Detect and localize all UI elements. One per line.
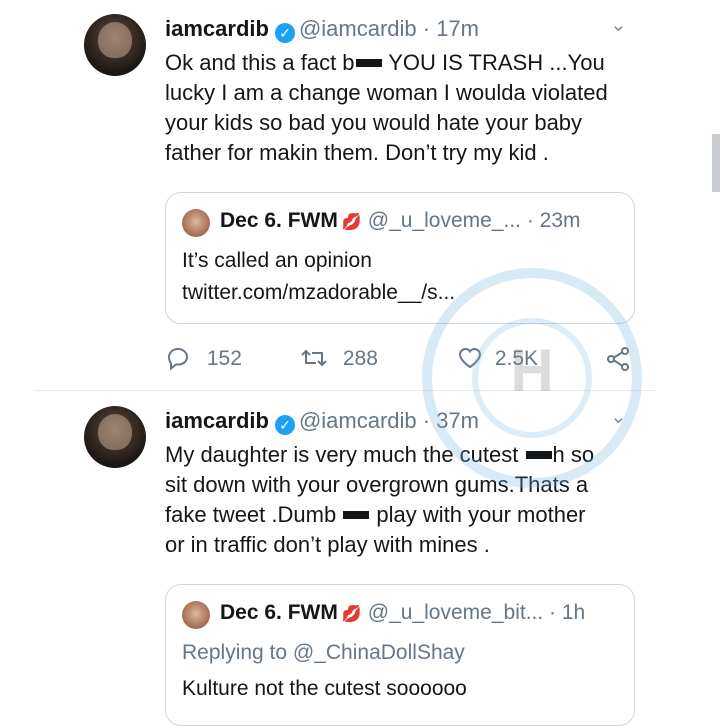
- verified-icon: ✓: [274, 415, 295, 435]
- divider: [34, 390, 656, 391]
- quoted-meta: @_u_loveme_bit... · 1h: [367, 601, 586, 624]
- quoted-text: Replying to @_ChinaDollShay Kulture not …: [182, 637, 467, 705]
- reply-count: 152: [206, 347, 242, 370]
- tweet-header: iamcardib ✓ @iamcardib · 37m: [165, 408, 479, 435]
- handle-time[interactable]: @iamcardib · 37m: [299, 408, 479, 433]
- tweet-text: My daughter is very much the cutest h so…: [165, 442, 595, 557]
- censor-bar: [525, 451, 552, 459]
- quoted-header: Dec 6. FWM 💋 @_u_loveme_... · 23m: [220, 209, 581, 233]
- retweet-count: 288: [342, 347, 378, 370]
- like-button[interactable]: 2.5K: [457, 346, 538, 371]
- display-name[interactable]: iamcardib: [165, 408, 269, 433]
- reply-icon: [167, 347, 189, 371]
- display-name[interactable]: iamcardib: [165, 16, 269, 41]
- chevron-down-icon[interactable]: ⌄: [610, 404, 627, 429]
- share-icon: [607, 347, 629, 371]
- avatar[interactable]: [84, 14, 146, 76]
- censor-bar: [343, 511, 370, 519]
- quoted-tweet[interactable]: Dec 6. FWM 💋 @_u_loveme_... · 23m It’s cal…: [165, 192, 635, 324]
- reply-button[interactable]: 152: [165, 346, 242, 371]
- avatar[interactable]: [84, 406, 146, 468]
- quoted-name: Dec 6. FWM: [220, 209, 338, 232]
- quoted-meta: @_u_loveme_... · 23m: [367, 209, 581, 232]
- tweet-text: Ok and this a fact b YOU IS TRASH ...You…: [165, 50, 608, 165]
- retweet-button[interactable]: 288: [299, 346, 378, 371]
- quoted-name: Dec 6. FWM: [220, 601, 338, 624]
- lips-icon: 💋: [341, 606, 362, 623]
- verified-icon: ✓: [274, 23, 295, 43]
- censor-bar: [355, 59, 382, 67]
- heart-icon: [458, 347, 482, 369]
- quoted-header: Dec 6. FWM 💋 @_u_loveme_bit... · 1h: [220, 601, 585, 625]
- replying-to[interactable]: Replying to @_ChinaDollShay: [182, 637, 467, 669]
- scrollbar[interactable]: [712, 134, 720, 192]
- avatar: [182, 601, 210, 629]
- share-button[interactable]: [605, 346, 631, 372]
- like-count: 2.5K: [494, 347, 539, 370]
- quoted-tweet[interactable]: Dec 6. FWM 💋 @_u_loveme_bit... · 1h Replyi…: [165, 584, 635, 726]
- lips-icon: 💋: [341, 214, 362, 231]
- retweet-icon: [301, 349, 327, 367]
- quoted-link[interactable]: twitter.com/mzadorable__/s...: [182, 277, 455, 309]
- chevron-down-icon[interactable]: ⌄: [610, 12, 627, 37]
- avatar: [182, 209, 210, 237]
- quoted-text: It’s called an opinion twitter.com/mzado…: [182, 245, 455, 309]
- handle-time[interactable]: @iamcardib · 17m: [299, 16, 479, 41]
- tweet-header: iamcardib ✓ @iamcardib · 17m: [165, 16, 479, 43]
